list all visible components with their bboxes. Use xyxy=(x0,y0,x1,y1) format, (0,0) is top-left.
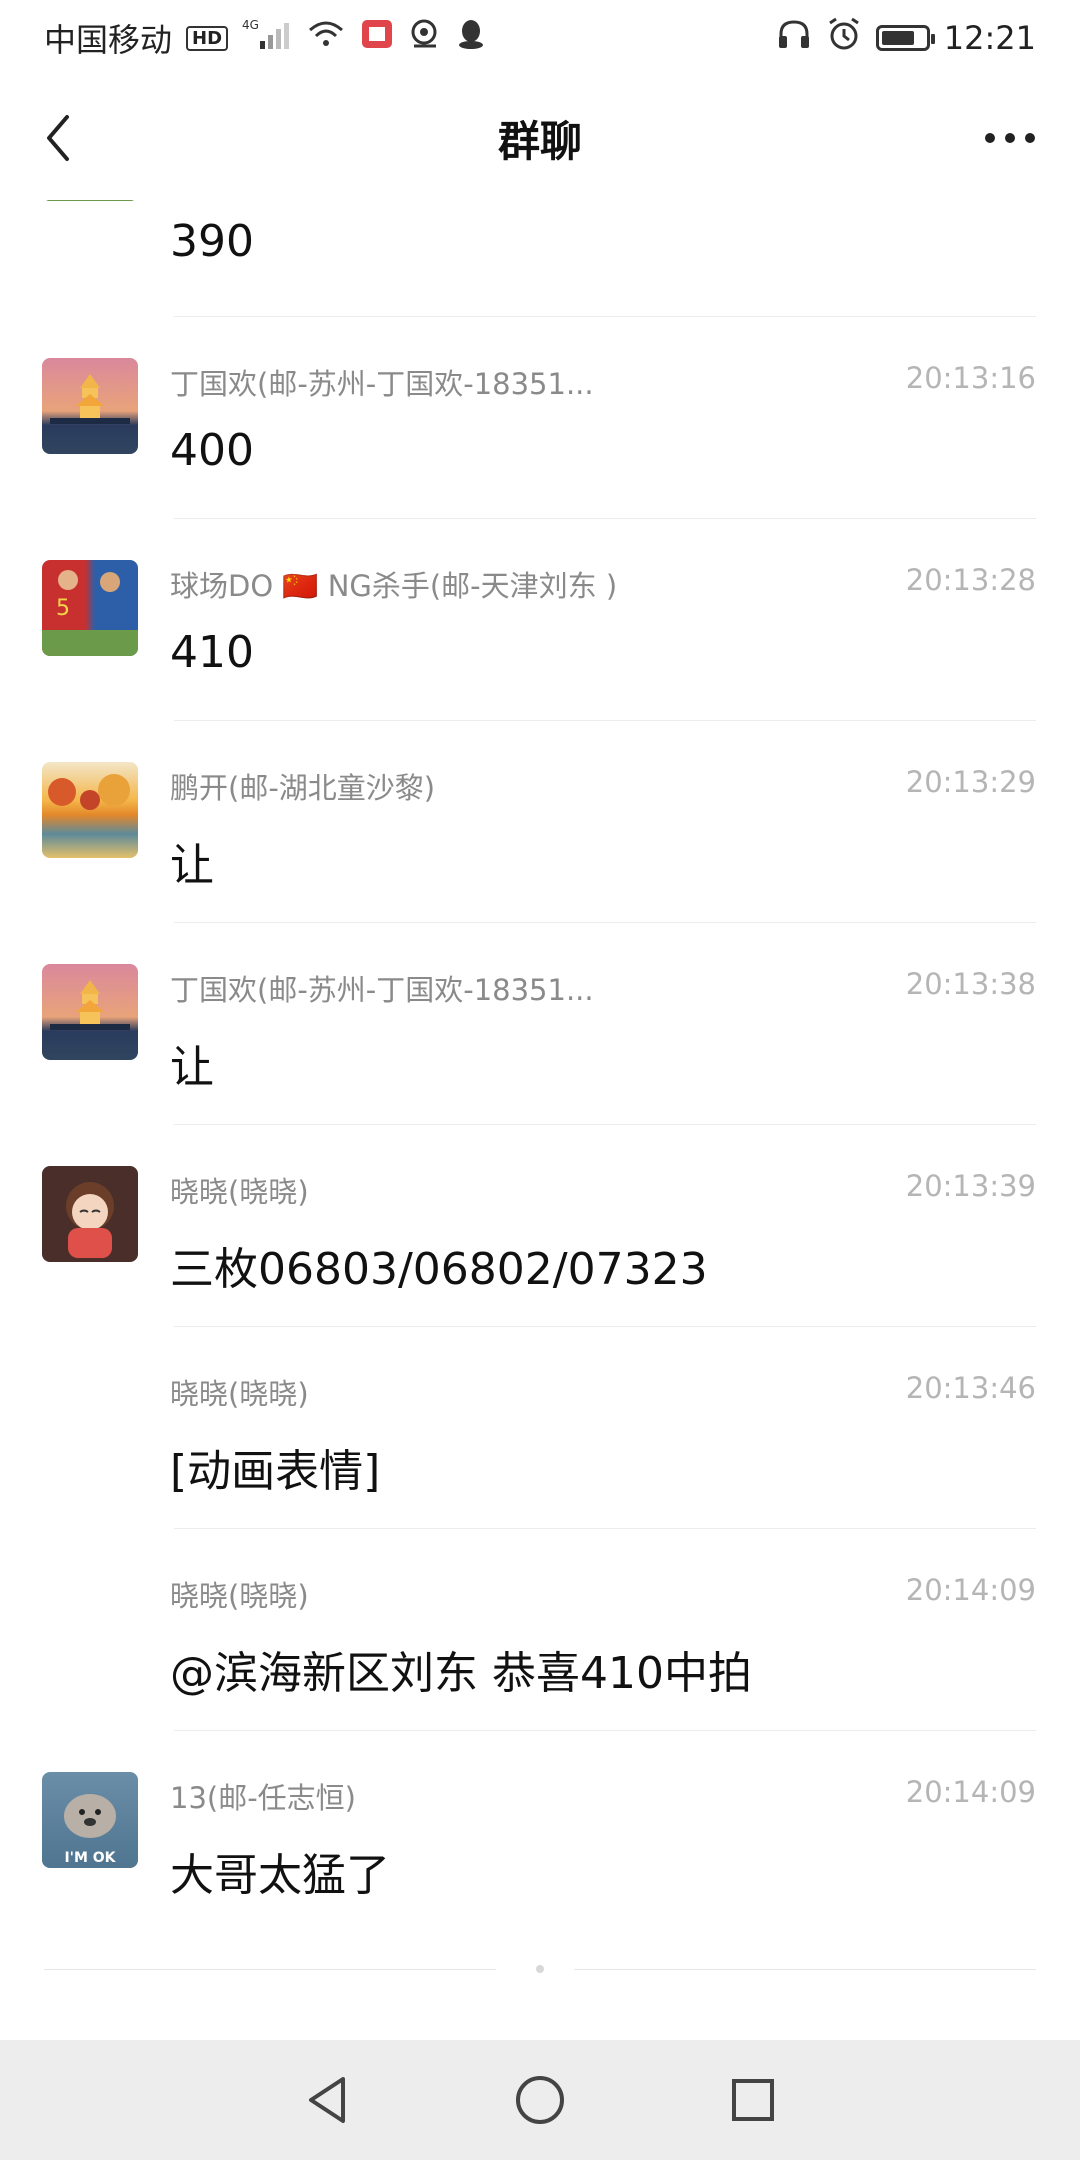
chat-message[interactable]: 丁国欢(邮-苏州-丁国欢-18351... 20:13:38 让 xyxy=(0,923,1080,1125)
chat-list[interactable]: 390 丁国欢(邮-苏州-丁国欢-18351... 20:13:16 400 5 xyxy=(0,200,1080,2040)
chat-message[interactable]: I'M OK 13(邮-任志恒) 20:14:09 大哥太猛了 xyxy=(0,1731,1080,1933)
title-bar: 群聊 xyxy=(0,76,1080,200)
chat-message[interactable]: 鹏开(邮-湖北童沙黎) 20:13:29 让 xyxy=(0,721,1080,923)
sender-name: 晓晓(晓晓) xyxy=(170,1579,309,1613)
battery-icon xyxy=(875,25,935,51)
message-content: 410 xyxy=(170,627,254,678)
message-time: 20:13:38 xyxy=(905,967,1036,1001)
navigation-bar xyxy=(0,2040,1080,2160)
nav-recents-button[interactable] xyxy=(718,2065,788,2135)
status-right: 12:21 xyxy=(776,17,1036,59)
status-left: 中国移动 HD 4G xyxy=(44,15,486,61)
triangle-back-icon xyxy=(308,2077,345,2123)
back-button[interactable] xyxy=(34,108,82,168)
message-time: 20:14:09 xyxy=(905,1775,1036,1809)
headphones-icon xyxy=(776,18,812,58)
hd-icon: HD xyxy=(186,25,229,51)
avatar[interactable] xyxy=(42,762,138,858)
page-title: 群聊 xyxy=(497,116,582,166)
more-dots-icon xyxy=(985,133,1035,143)
message-time: 20:13:46 xyxy=(905,1371,1036,1405)
message-time: 20:13:39 xyxy=(905,1169,1036,1203)
more-button[interactable] xyxy=(980,108,1040,168)
chat-message[interactable]: 390 xyxy=(0,200,1080,317)
sender-name: 球场DO 🇨🇳 NG杀手(邮-天津刘东 ) xyxy=(170,569,618,603)
qq-icon xyxy=(456,17,486,59)
scroll-dot xyxy=(536,1965,544,1973)
nav-back-button[interactable] xyxy=(292,2065,362,2135)
signal-type-label: 4G xyxy=(242,18,259,32)
alarm-icon xyxy=(826,17,862,59)
chat-message[interactable]: 晓晓(晓晓) 20:13:46 [动画表情] xyxy=(0,1327,1080,1529)
message-content: 390 xyxy=(170,216,254,267)
avatar[interactable]: I'M OK xyxy=(42,1772,138,1868)
avatar[interactable] xyxy=(42,200,138,201)
message-time: 20:14:09 xyxy=(905,1573,1036,1607)
wifi-icon xyxy=(306,18,346,58)
chat-message[interactable]: 晓晓(晓晓) 20:13:39 三枚06803/06802/07323 xyxy=(0,1125,1080,1327)
message-time: 20:13:29 xyxy=(905,765,1036,799)
sender-name: 13(邮-任志恒) xyxy=(170,1781,356,1815)
sender-name: 晓晓(晓晓) xyxy=(170,1377,309,1411)
circle-home-icon xyxy=(515,2076,564,2124)
battery-level xyxy=(881,31,914,45)
divider xyxy=(574,1969,1036,1970)
camera-icon xyxy=(408,18,442,58)
chat-message[interactable]: 丁国欢(邮-苏州-丁国欢-18351... 20:13:16 400 xyxy=(0,317,1080,519)
message-content: 让 xyxy=(170,840,214,891)
svg-text:5: 5 xyxy=(56,596,70,621)
sender-name: 晓晓(晓晓) xyxy=(170,1175,309,1209)
divider xyxy=(44,1969,496,1970)
message-content: 大哥太猛了 xyxy=(170,1850,390,1901)
avatar[interactable] xyxy=(42,1166,138,1262)
nav-home-button[interactable] xyxy=(505,2065,575,2135)
chat-message[interactable]: 5 球场DO 🇨🇳 NG杀手(邮-天津刘东 ) 20:13:28 410 xyxy=(0,519,1080,721)
clock: 12:21 xyxy=(943,19,1036,57)
square-recents-icon xyxy=(732,2079,775,2121)
avatar[interactable] xyxy=(42,358,138,454)
chevron-left-icon xyxy=(47,115,69,161)
signal-icon: 4G xyxy=(242,17,292,59)
app-notification-icon xyxy=(360,18,394,58)
status-bar: 中国移动 HD 4G 12:21 xyxy=(0,0,1080,76)
sender-name: 丁国欢(邮-苏州-丁国欢-18351... xyxy=(170,973,594,1007)
message-content: @滨海新区刘东 恭喜410中拍 xyxy=(170,1648,752,1699)
message-time: 20:13:16 xyxy=(905,361,1036,395)
avatar[interactable]: 5 xyxy=(42,560,138,656)
avatar-caption: I'M OK xyxy=(64,1850,116,1866)
message-content: 400 xyxy=(170,425,254,476)
avatar[interactable] xyxy=(42,964,138,1060)
chat-message[interactable]: 晓晓(晓晓) 20:14:09 @滨海新区刘东 恭喜410中拍 xyxy=(0,1529,1080,1731)
carrier-label: 中国移动 xyxy=(44,21,173,59)
sender-name: 丁国欢(邮-苏州-丁国欢-18351... xyxy=(170,367,594,401)
message-content: 三枚06803/06802/07323 xyxy=(170,1244,708,1295)
message-content: [动画表情] xyxy=(170,1446,381,1497)
sender-name: 鹏开(邮-湖北童沙黎) xyxy=(170,771,436,805)
message-time: 20:13:28 xyxy=(905,563,1036,597)
message-content: 让 xyxy=(170,1042,214,1093)
